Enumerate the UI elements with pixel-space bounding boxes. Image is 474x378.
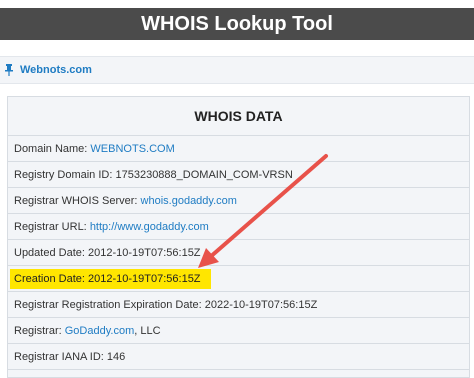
row-value: 2012-10-19T07:56:15Z [88,272,201,285]
registrar-link[interactable]: GoDaddy.com [65,325,135,337]
breadcrumb-link-webnots[interactable]: Webnots.com [20,64,92,76]
row-value: 146 [106,350,126,363]
whois-data-panel: WHOIS DATA Domain Name: WEBNOTS.COM Regi… [7,96,470,378]
row-registrar-iana-id: Registrar IANA ID: 146 [8,344,469,370]
registrar-url-link[interactable]: http://www.godaddy.com [90,221,209,233]
row-value: 2012-10-19T07:56:15Z [88,246,201,259]
row-value: 2022-10-19T07:56:15Z [204,298,318,311]
row-label: Registry Domain ID: [14,168,113,181]
app-title-bar: WHOIS Lookup Tool [0,8,474,40]
breadcrumb: Webnots.com [0,56,474,84]
row-domain-name: Domain Name: WEBNOTS.COM [8,136,469,162]
row-label: Creation Date: [14,272,85,285]
row-registrar-whois-server: Registrar WHOIS Server: whois.godaddy.co… [8,188,469,214]
row-label: Updated Date: [14,246,85,259]
row-registrar-url: Registrar URL: http://www.godaddy.com [8,214,469,240]
row-registrar: Registrar: GoDaddy.com, LLC [8,318,469,344]
whois-server-link[interactable]: whois.godaddy.com [141,195,237,207]
row-value-suffix: , LLC [134,324,161,337]
row-label: Registrar IANA ID: [14,350,104,363]
row-expiration-date: Registrar Registration Expiration Date: … [8,292,469,318]
row-registry-domain-id: Registry Domain ID: 1753230888_DOMAIN_CO… [8,162,469,188]
creation-date-highlight: Creation Date: 2012-10-19T07:56:15Z [10,268,211,289]
row-label: Domain Name: [14,142,88,155]
row-label: Registrar WHOIS Server: [14,194,138,207]
row-creation-date: Creation Date: 2012-10-19T07:56:15Z [8,266,469,292]
row-value: 1753230888_DOMAIN_COM-VRSN [115,168,293,181]
pin-icon [4,64,14,76]
row-label: Registrar URL: [14,220,87,233]
row-label: Registrar: [14,324,62,337]
row-updated-date: Updated Date: 2012-10-19T07:56:15Z [8,240,469,266]
panel-title: WHOIS DATA [8,97,469,136]
row-label: Registrar Registration Expiration Date: [14,298,202,311]
domain-name-link[interactable]: WEBNOTS.COM [90,143,174,155]
app-title: WHOIS Lookup Tool [141,12,333,35]
